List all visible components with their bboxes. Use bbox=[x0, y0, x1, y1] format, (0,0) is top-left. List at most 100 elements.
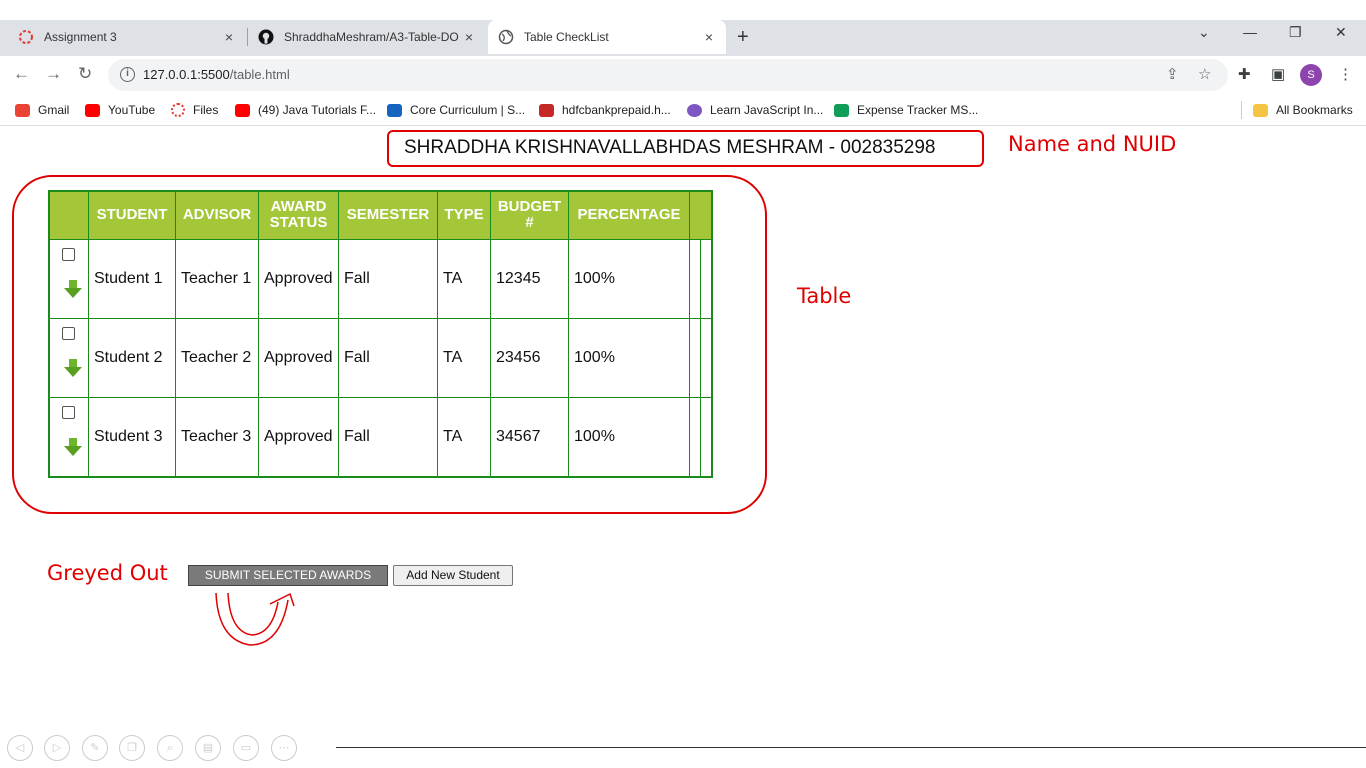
address-bar[interactable]: i 127.0.0.1:5500/table.html ⇪ ☆ bbox=[108, 59, 1228, 91]
header-advisor: ADVISOR bbox=[175, 190, 259, 240]
select-cell bbox=[48, 396, 89, 477]
tab-close-button[interactable]: × bbox=[700, 29, 718, 45]
header-type: TYPE bbox=[437, 190, 491, 240]
url-text[interactable]: 127.0.0.1:5500/table.html bbox=[143, 67, 290, 82]
submit-selected-awards-button[interactable]: SUBMIT SELECTED AWARDS bbox=[188, 565, 388, 586]
new-tab-button[interactable]: + bbox=[737, 26, 749, 49]
expand-down-arrow-icon[interactable] bbox=[63, 358, 83, 378]
bookmark-label: Files bbox=[193, 103, 219, 117]
bookmark-core-curriculum[interactable]: Core Curriculum | S... bbox=[387, 103, 525, 117]
row-checkbox[interactable] bbox=[62, 405, 75, 419]
row-checkbox[interactable] bbox=[62, 247, 75, 261]
url-path: /table.html bbox=[229, 67, 290, 82]
cell-advisor: Teacher 1 bbox=[175, 238, 259, 319]
cell-student: Student 1 bbox=[88, 238, 176, 319]
tab-assignment-3[interactable]: Assignment 3 × bbox=[0, 20, 246, 54]
profile-avatar[interactable]: S bbox=[1300, 64, 1322, 86]
tab-title: Assignment 3 bbox=[44, 30, 117, 44]
tab-close-button[interactable]: × bbox=[220, 29, 238, 45]
cell-award-status: Approved bbox=[258, 317, 339, 398]
cell-budget: 23456 bbox=[490, 317, 569, 398]
cell-type: TA bbox=[437, 238, 491, 319]
bookmark-expense-tracker[interactable]: Expense Tracker MS... bbox=[834, 103, 978, 117]
select-cell bbox=[48, 317, 89, 398]
restore-button[interactable]: ❐ bbox=[1289, 24, 1302, 41]
core-curriculum-icon bbox=[387, 103, 402, 117]
header-semester: SEMESTER bbox=[338, 190, 438, 240]
bookmark-java-tutorials[interactable]: (49) Java Tutorials F... bbox=[235, 103, 376, 117]
row-checkbox[interactable] bbox=[62, 326, 75, 340]
tab-title: Table CheckList bbox=[524, 30, 609, 44]
bookmark-label: Expense Tracker MS... bbox=[857, 103, 979, 117]
cell-extra bbox=[689, 396, 712, 477]
bookmark-label: Learn JavaScript In... bbox=[710, 103, 824, 117]
header-percentage: PERCENTAGE bbox=[568, 190, 690, 240]
play-icon: ▷ bbox=[44, 735, 70, 761]
cell-advisor: Teacher 2 bbox=[175, 317, 259, 398]
expand-down-arrow-icon[interactable] bbox=[63, 279, 83, 299]
tab-search-icon[interactable]: ⌄ bbox=[1198, 24, 1210, 41]
tab-table-checklist[interactable]: Table CheckList × bbox=[488, 20, 726, 54]
cell-percentage: 100% bbox=[568, 238, 690, 319]
curved-arrow-annotation-icon bbox=[215, 592, 295, 646]
annotation-name-nuid: Name and NUID bbox=[1008, 132, 1177, 156]
person-icon bbox=[687, 103, 702, 117]
bookmark-gmail[interactable]: Gmail bbox=[15, 103, 69, 117]
hdfc-icon bbox=[539, 103, 554, 117]
bookmark-label: All Bookmarks bbox=[1276, 103, 1353, 117]
folder-icon bbox=[1253, 103, 1268, 117]
cell-type: TA bbox=[437, 317, 491, 398]
site-info-icon[interactable]: i bbox=[120, 67, 135, 82]
cell-semester: Fall bbox=[338, 317, 438, 398]
back-icon[interactable]: ← bbox=[13, 64, 30, 84]
tab-close-button[interactable]: × bbox=[460, 29, 478, 45]
bookmark-files[interactable]: Files bbox=[171, 103, 218, 117]
prev-icon: ◁ bbox=[7, 735, 33, 761]
cell-award-status: Approved bbox=[258, 238, 339, 319]
bookmark-label: (49) Java Tutorials F... bbox=[258, 103, 377, 117]
cell-extra bbox=[689, 317, 712, 398]
cell-semester: Fall bbox=[338, 238, 438, 319]
bookmark-learn-javascript[interactable]: Learn JavaScript In... bbox=[687, 103, 823, 117]
cell-advisor: Teacher 3 bbox=[175, 396, 259, 477]
side-panel-icon[interactable]: ▣ bbox=[1271, 65, 1285, 83]
menu-icon[interactable]: ⋮ bbox=[1338, 65, 1353, 83]
select-cell bbox=[48, 238, 89, 319]
globe-icon bbox=[498, 29, 514, 45]
table-row: Student 3 Teacher 3 Approved Fall TA 345… bbox=[48, 396, 712, 477]
all-bookmarks[interactable]: All Bookmarks bbox=[1253, 103, 1353, 117]
tab-github-repo[interactable]: ShraddhaMeshram/A3-Table-DO × bbox=[240, 20, 486, 54]
close-window-button[interactable]: ✕ bbox=[1335, 24, 1347, 41]
sheets-icon bbox=[834, 103, 849, 117]
minimize-button[interactable]: — bbox=[1243, 24, 1257, 40]
bottom-divider bbox=[336, 747, 1366, 748]
subtitles-icon: ▤ bbox=[195, 735, 221, 761]
camera-icon: ▭ bbox=[233, 735, 259, 761]
add-new-student-button[interactable]: Add New Student bbox=[393, 565, 513, 586]
copy-icon: ❐ bbox=[119, 735, 145, 761]
expand-down-arrow-icon[interactable] bbox=[63, 437, 83, 457]
table-row: Student 1 Teacher 1 Approved Fall TA 123… bbox=[48, 238, 712, 319]
reload-icon[interactable]: ↻ bbox=[78, 64, 92, 84]
forward-icon[interactable]: → bbox=[45, 64, 62, 84]
annotation-table: Table bbox=[797, 284, 852, 308]
bookmark-label: hdfcbankprepaid.h... bbox=[562, 103, 671, 117]
header-budget: BUDGET # bbox=[490, 190, 569, 240]
pen-icon: ✎ bbox=[82, 735, 108, 761]
bookmark-star-icon[interactable]: ☆ bbox=[1198, 65, 1211, 83]
header-extra bbox=[689, 190, 712, 240]
extensions-icon[interactable]: ✚ bbox=[1238, 65, 1251, 83]
bookmark-label: Gmail bbox=[38, 103, 70, 117]
cell-semester: Fall bbox=[338, 396, 438, 477]
share-icon[interactable]: ⇪ bbox=[1166, 65, 1179, 83]
bookmark-youtube[interactable]: YouTube bbox=[85, 103, 155, 117]
bookmark-hdfc[interactable]: hdfcbankprepaid.h... bbox=[539, 103, 671, 117]
annotation-greyed-out: Greyed Out bbox=[47, 561, 168, 585]
youtube-icon bbox=[235, 103, 250, 117]
tab-title: ShraddhaMeshram/A3-Table-DO bbox=[284, 30, 459, 44]
bookmark-label: Core Curriculum | S... bbox=[410, 103, 526, 117]
cell-student: Student 3 bbox=[88, 396, 176, 477]
cell-student: Student 2 bbox=[88, 317, 176, 398]
header-award-status: AWARD STATUS bbox=[258, 190, 339, 240]
bookmark-label: YouTube bbox=[108, 103, 156, 117]
